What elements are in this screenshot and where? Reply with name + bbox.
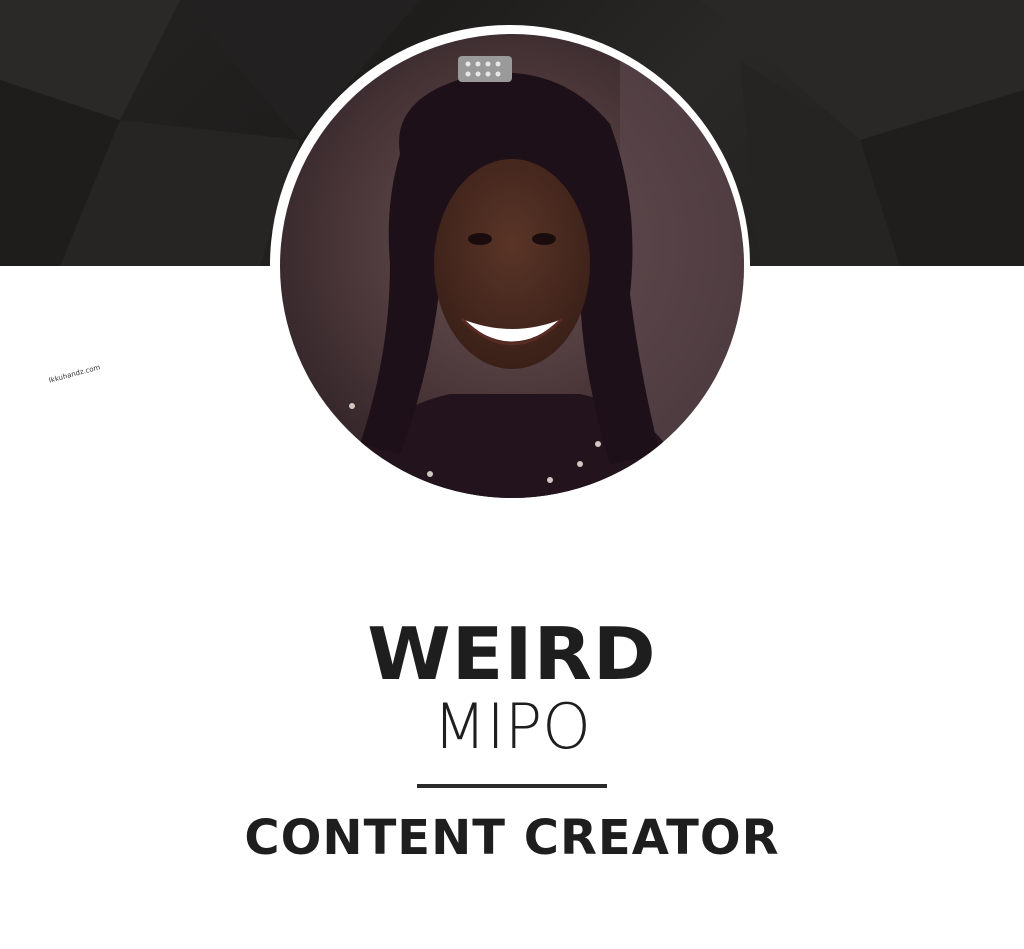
role-title: CONTENT CREATOR	[244, 810, 780, 866]
avatar[interactable]	[280, 34, 744, 498]
last-name: MIPO	[433, 690, 591, 763]
name-divider	[417, 784, 607, 788]
first-name: WEIRD	[367, 612, 657, 696]
avatar-photo	[280, 34, 744, 498]
watermark-text: Ikkuhandz.com	[48, 363, 102, 385]
profile-card: Ikkuhandz.com WEIRD MIPO CONTENT CREATOR	[0, 0, 1024, 949]
name-block: WEIRD MIPO CONTENT CREATOR	[0, 612, 1024, 866]
